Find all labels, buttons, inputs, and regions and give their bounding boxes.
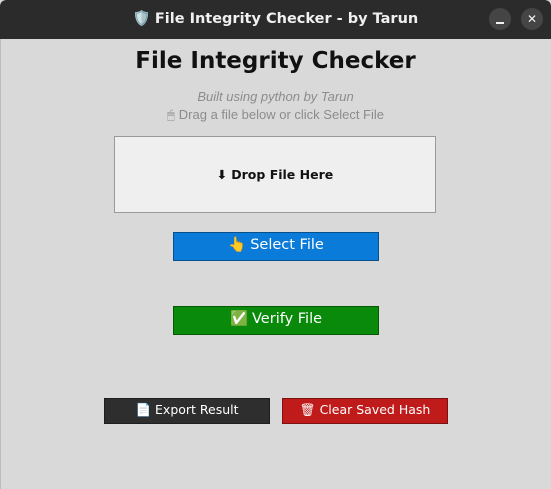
window-title: 🛡️ File Integrity Checker - by Tarun	[0, 10, 551, 28]
mouse-icon: 🖱	[166, 107, 175, 122]
subtitle: Built using python by Tarun	[197, 89, 354, 104]
close-icon: ✕	[526, 12, 538, 26]
close-button[interactable]: ✕	[521, 8, 543, 30]
minimize-icon	[496, 22, 504, 24]
document-icon: 📄	[135, 402, 152, 417]
drop-zone[interactable]: ⬇ Drop File Here	[114, 136, 436, 213]
down-arrow-icon: ⬇	[216, 167, 228, 182]
select-file-button[interactable]: 👆 Select File	[173, 232, 379, 261]
trash-icon: 🗑	[299, 402, 316, 417]
drop-zone-label: ⬇ Drop File Here	[115, 167, 435, 183]
select-file-label: Select File	[250, 237, 324, 253]
export-result-button[interactable]: 📄 Export Result	[104, 398, 270, 424]
clear-saved-hash-label: Clear Saved Hash	[319, 402, 431, 417]
hint-label: Drag a file below or click Select File	[178, 107, 384, 122]
clear-saved-hash-button[interactable]: 🗑 Clear Saved Hash	[282, 398, 448, 424]
shield-icon: 🛡️	[132, 11, 151, 27]
drop-zone-text: Drop File Here	[231, 167, 334, 182]
checkmark-icon: ✅	[229, 311, 249, 327]
app-window: 🛡️ File Integrity Checker - by Tarun ✕ Fi…	[0, 0, 551, 489]
pointing-hand-icon: 👆	[228, 237, 247, 253]
verify-file-label: Verify File	[252, 311, 323, 327]
page-title: File Integrity Checker	[135, 48, 416, 74]
export-result-label: Export Result	[155, 402, 239, 417]
minimize-button[interactable]	[489, 8, 511, 30]
verify-file-button[interactable]: ✅ Verify File	[173, 306, 379, 335]
title-bar[interactable]: 🛡️ File Integrity Checker - by Tarun ✕	[0, 0, 551, 39]
window-title-text: File Integrity Checker - by Tarun	[154, 11, 419, 27]
hint-text: 🖱 Drag a file below or click Select File	[0, 107, 551, 123]
